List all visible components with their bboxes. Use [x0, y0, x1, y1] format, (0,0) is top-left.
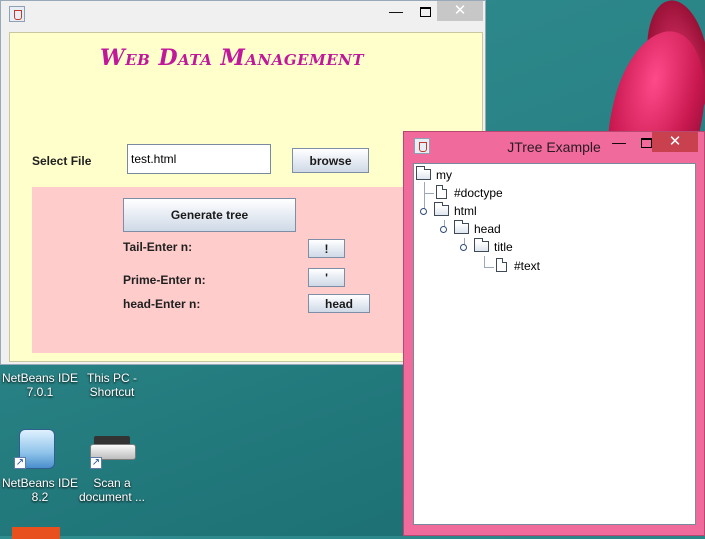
main-window-titlebar[interactable]: — ✕ [1, 1, 485, 27]
file-path-input[interactable] [127, 144, 271, 174]
folder-icon [416, 166, 431, 180]
prime-button[interactable]: ' [308, 268, 345, 287]
maximize-button[interactable] [411, 1, 439, 21]
tree-expand-handle[interactable] [420, 208, 427, 215]
head-label: head-Enter n: [123, 297, 201, 311]
shortcut-arrow-icon: ↗ [14, 457, 26, 469]
shortcut-arrow-icon: ↗ [90, 457, 102, 469]
tree-expand-handle[interactable] [460, 244, 467, 251]
jtree-window: JTree Example — ✕ my #doctype html head [403, 131, 705, 536]
jtree-window-titlebar[interactable]: JTree Example — ✕ [404, 132, 704, 160]
file-icon [436, 185, 447, 199]
select-file-label: Select File [32, 154, 92, 168]
maximize-icon [640, 138, 652, 149]
tree-view[interactable]: my #doctype html head title #text [413, 163, 696, 525]
page-title: Web Data Management [100, 45, 365, 71]
tail-label: Tail-Enter n: [123, 240, 193, 254]
close-button[interactable]: ✕ [652, 132, 698, 152]
desktop-icon-partial[interactable] [12, 527, 60, 539]
tree-node-label: head [474, 222, 501, 236]
head-button[interactable]: head [308, 294, 370, 313]
tree-connector [484, 267, 494, 268]
generate-tree-button[interactable]: Generate tree [123, 198, 296, 232]
tree-node-label: html [454, 204, 477, 218]
maximize-icon [419, 7, 431, 18]
desktop-icon-netbeans-701[interactable]: NetBeans IDE 7.0.1 [0, 371, 80, 399]
browse-button[interactable]: browse [292, 148, 369, 173]
minimize-button[interactable]: — [382, 1, 410, 21]
tree-connector [424, 193, 434, 194]
tree-expand-handle[interactable] [440, 226, 447, 233]
minimize-button[interactable]: — [605, 132, 633, 152]
tree-node-label: my [436, 168, 452, 182]
java-app-icon [9, 6, 25, 22]
close-button[interactable]: ✕ [437, 1, 483, 21]
tail-button[interactable]: ! [308, 239, 345, 258]
folder-icon [474, 238, 489, 252]
file-icon [496, 258, 507, 272]
folder-icon [434, 202, 449, 216]
tree-node-label: #text [514, 259, 541, 273]
desktop-icon-netbeans-82[interactable]: NetBeans IDE 8.2 [0, 476, 80, 504]
tree-node-label: #doctype [454, 186, 503, 200]
folder-icon [454, 220, 469, 234]
prime-label: Prime-Enter n: [123, 273, 206, 287]
tree-node-label: title [494, 240, 513, 254]
desktop-icon-this-pc[interactable]: This PC - Shortcut [72, 371, 152, 399]
desktop-icon-scan-document[interactable]: Scan a document ... [72, 476, 152, 504]
